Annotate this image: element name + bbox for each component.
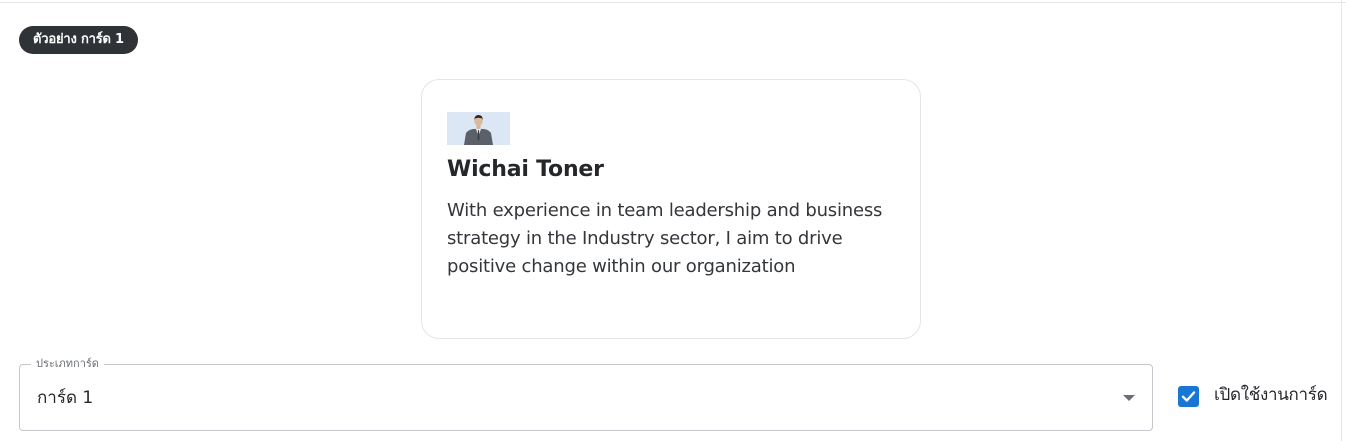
profile-name: Wichai Toner — [447, 157, 604, 182]
top-divider — [0, 0, 1346, 3]
person-photo-icon — [447, 112, 510, 145]
card-type-value: การ์ด 1 — [37, 388, 94, 408]
card-type-select[interactable]: ประเภทการ์ด การ์ด 1 — [19, 357, 1153, 431]
card-type-label: ประเภทการ์ด — [31, 357, 104, 371]
page: ตัวอย่าง การ์ด 1 Wichai Toner With exper… — [0, 0, 1346, 441]
avatar — [447, 112, 510, 145]
profile-card-preview: Wichai Toner With experience in team lea… — [421, 79, 921, 339]
profile-bio: With experience in team leadership and b… — [447, 200, 883, 277]
chevron-down-icon[interactable] — [1123, 395, 1135, 401]
check-icon — [1181, 391, 1196, 402]
preview-chip: ตัวอย่าง การ์ด 1 — [19, 26, 138, 54]
right-divider — [1341, 0, 1342, 441]
enable-card-checkbox[interactable] — [1178, 386, 1199, 407]
enable-card-label[interactable]: เปิดใช้งานการ์ด — [1214, 383, 1328, 407]
